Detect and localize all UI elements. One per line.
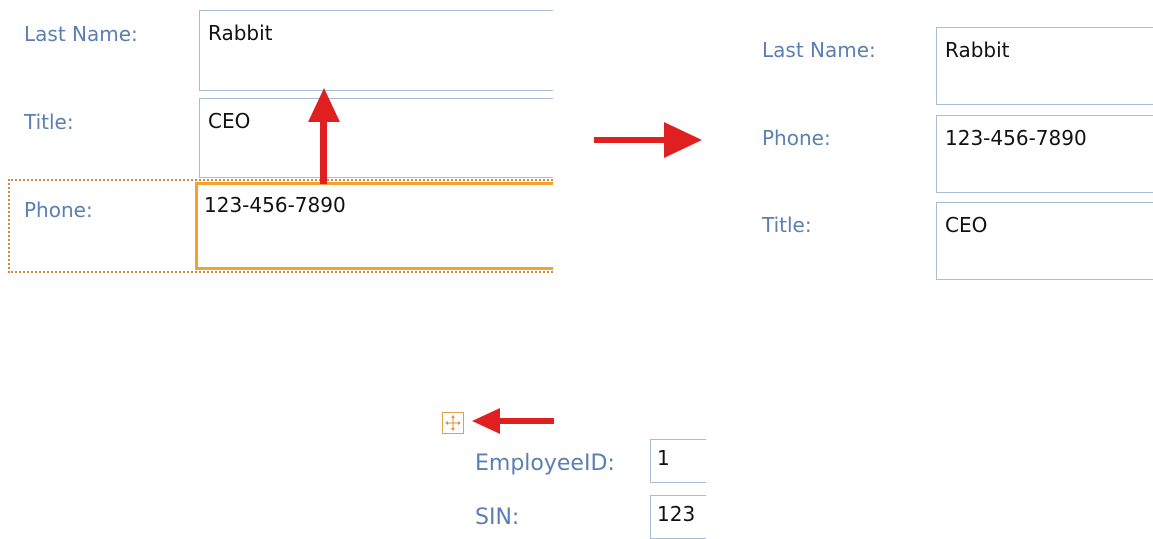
title-label: Title: xyxy=(24,110,74,134)
last-name-field[interactable]: Rabbit xyxy=(199,10,553,91)
last-name-label: Last Name: xyxy=(762,38,876,62)
phone-field[interactable]: 123-456-7890 xyxy=(195,182,553,270)
title-label: Title: xyxy=(762,213,812,237)
sin-label: SIN: xyxy=(475,505,520,530)
arrow-up-icon xyxy=(308,88,340,184)
phone-label[interactable]: Phone: xyxy=(24,198,93,222)
last-name-field[interactable]: Rabbit xyxy=(936,27,1153,105)
move-handle-icon[interactable] xyxy=(442,412,464,434)
employee-id-field[interactable]: 1 xyxy=(650,439,706,483)
phone-label: Phone: xyxy=(762,126,831,150)
title-field[interactable]: CEO xyxy=(199,98,553,178)
arrow-left-icon xyxy=(472,408,554,434)
phone-field[interactable]: 123-456-7890 xyxy=(936,115,1153,193)
last-name-label: Last Name: xyxy=(24,22,138,46)
employee-id-label: EmployeeID: xyxy=(475,451,615,476)
title-field[interactable]: CEO xyxy=(936,202,1153,280)
sin-field[interactable]: 123 xyxy=(650,495,706,539)
arrow-right-icon xyxy=(594,122,702,158)
